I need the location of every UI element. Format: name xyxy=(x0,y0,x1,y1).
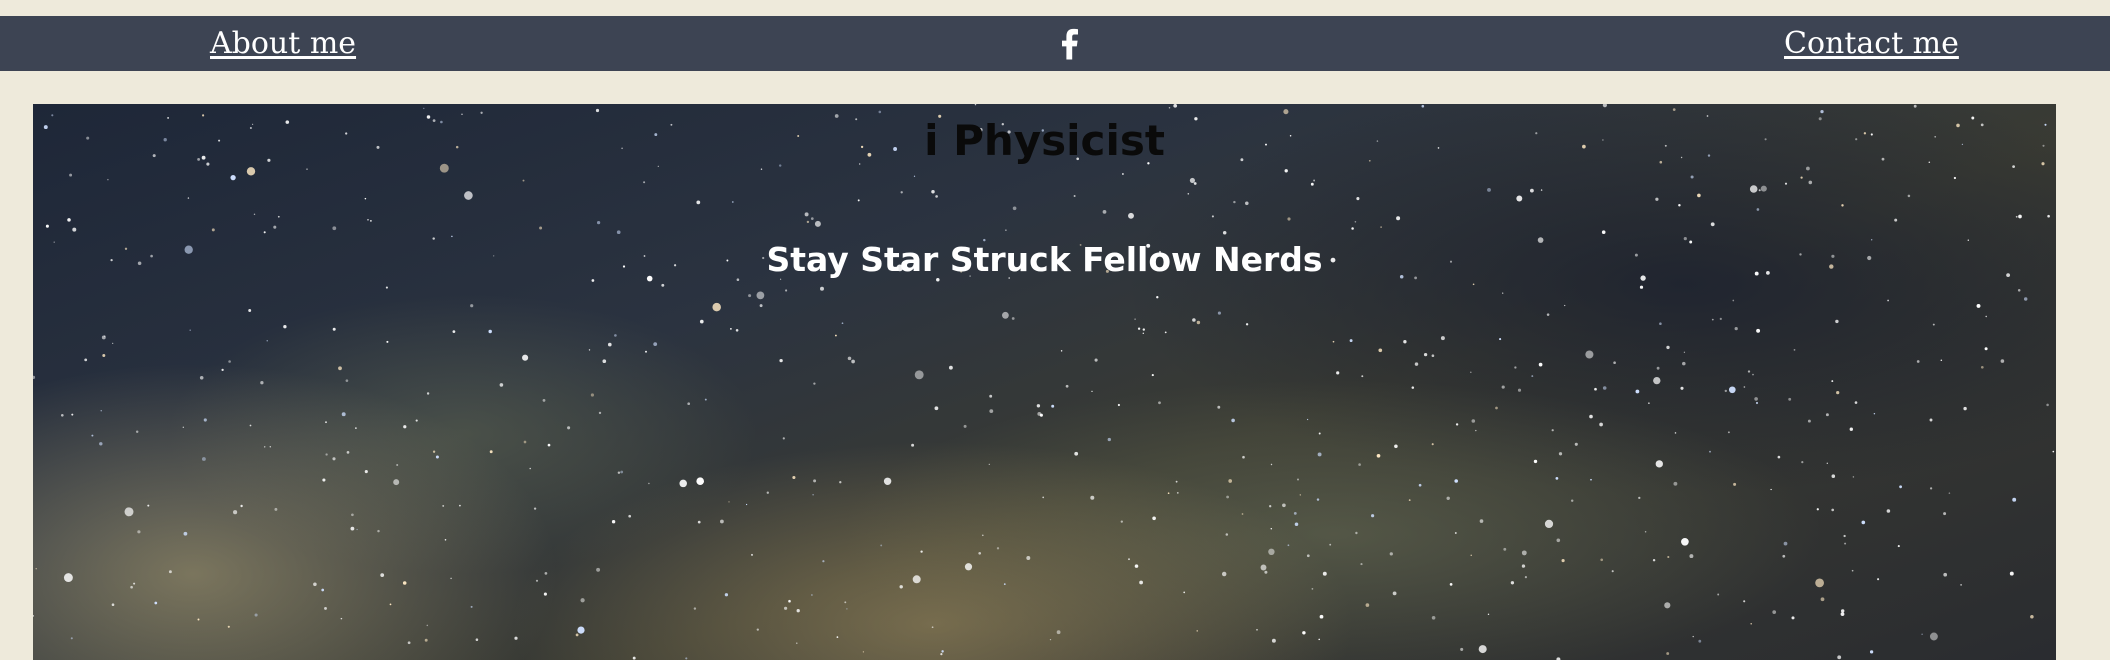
page: About me Contact me i Physicist Stay Sta… xyxy=(0,0,2110,660)
contact-me-link[interactable]: Contact me xyxy=(1784,16,1959,71)
site-title: i Physicist xyxy=(924,116,1165,165)
starfield-background xyxy=(33,104,2055,660)
hero-banner: i Physicist Stay Star Struck Fellow Nerd… xyxy=(33,104,2056,660)
facebook-icon[interactable] xyxy=(1059,28,1083,60)
top-navbar: About me Contact me xyxy=(0,16,2110,71)
about-me-link[interactable]: About me xyxy=(210,16,356,71)
site-tagline: Stay Star Struck Fellow Nerds xyxy=(766,240,1323,279)
